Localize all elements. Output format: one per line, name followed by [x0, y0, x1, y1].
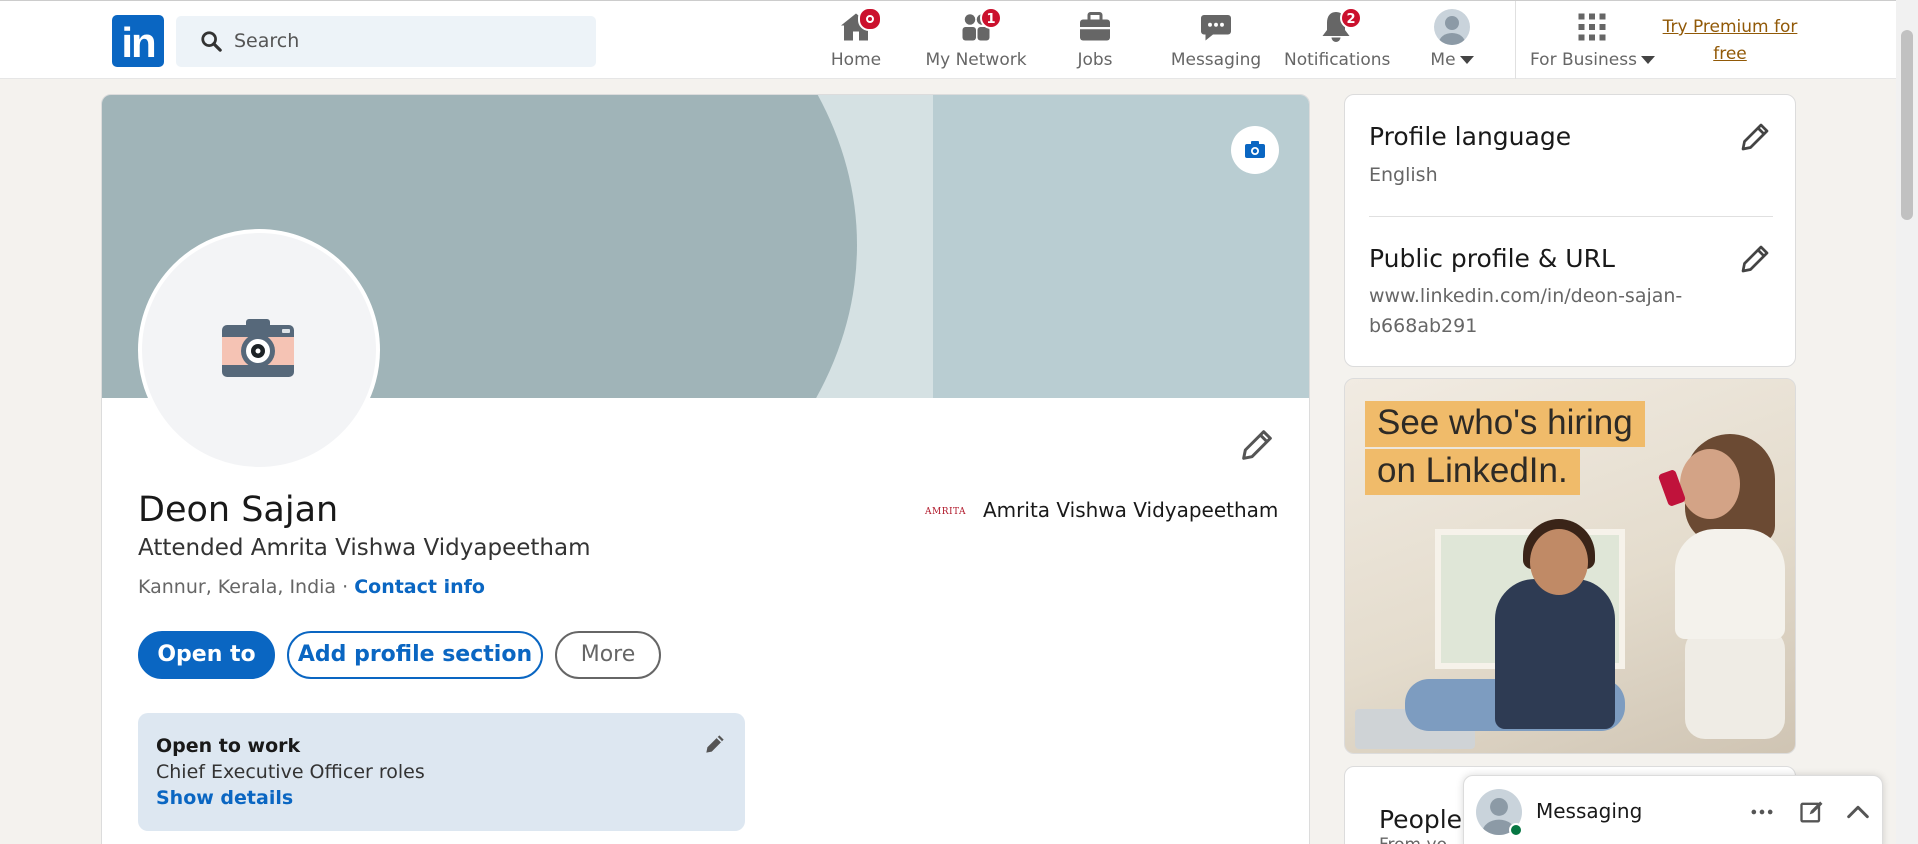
profile-headline: Attended Amrita Vishwa Vidyapeetham: [138, 535, 591, 561]
nav-notifications-label: Notifications: [1284, 50, 1391, 70]
contact-info-link[interactable]: Contact info: [354, 576, 485, 598]
home-notification-dot: [858, 7, 882, 31]
nav-messaging[interactable]: Messaging: [1170, 9, 1262, 73]
nav-for-business-label: For Business: [1530, 50, 1637, 70]
profile-photo-placeholder[interactable]: [138, 229, 380, 471]
divider: [1369, 216, 1773, 217]
more-options-icon[interactable]: [1748, 798, 1776, 826]
open-to-button[interactable]: Open to: [138, 631, 275, 679]
search-icon: [201, 31, 222, 52]
ad-person-graphic: [1685, 629, 1785, 739]
school-name: Amrita Vishwa Vidyapeetham: [983, 498, 1279, 522]
page-scrollbar[interactable]: [1896, 0, 1918, 844]
profile-card: Deon Sajan Attended Amrita Vishwa Vidyap…: [101, 94, 1310, 844]
pencil-icon[interactable]: [1737, 241, 1773, 277]
profile-language-title: Profile language: [1369, 122, 1572, 151]
online-status-dot: [1509, 823, 1523, 837]
ad-person-graphic: [1680, 449, 1740, 519]
profile-language-value: English: [1369, 164, 1438, 186]
premium-line-1: Try Premium for: [1662, 17, 1798, 37]
people-card-subtitle: From yo: [1379, 835, 1447, 844]
compose-icon[interactable]: [1798, 798, 1826, 826]
camera-icon: [1245, 141, 1265, 158]
ad-headline-1: See who's hiring: [1365, 401, 1645, 447]
nav-jobs-label: Jobs: [1077, 50, 1113, 70]
nav-me[interactable]: Me: [1420, 9, 1484, 73]
nav-jobs[interactable]: Jobs: [1065, 9, 1125, 73]
premium-line-2: free: [1713, 44, 1747, 64]
ad-person-graphic: [1495, 579, 1615, 729]
edit-intro-button[interactable]: [1237, 425, 1277, 465]
education-school[interactable]: AMRITA Amrita Vishwa Vidyapeetham: [925, 498, 1278, 528]
open-to-work-box: Open to work Chief Executive Officer rol…: [138, 713, 745, 831]
pencil-icon[interactable]: [1737, 119, 1773, 155]
nav-me-label: Me: [1430, 50, 1456, 70]
nav-home-label: Home: [830, 50, 882, 70]
chevron-down-icon: [1459, 56, 1474, 64]
linkedin-logo-icon[interactable]: in: [112, 15, 164, 67]
profile-name: Deon Sajan: [138, 490, 339, 530]
nav-my-network-label: My Network: [925, 50, 1027, 70]
network-badge: 1: [980, 7, 1002, 29]
top-nav: in Home 1 My Network Jobs Messaging 2: [0, 0, 1918, 79]
show-details-link[interactable]: Show details: [156, 787, 293, 809]
nav-my-network[interactable]: 1 My Network: [925, 7, 1027, 73]
nav-for-business[interactable]: For Business: [1530, 9, 1655, 73]
profile-location-line: Kannur, Kerala, India · Contact info: [138, 576, 485, 598]
briefcase-icon: [1077, 9, 1113, 45]
pencil-icon[interactable]: [702, 731, 728, 757]
profile-settings-card: Profile language English Public profile …: [1344, 94, 1796, 367]
chevron-down-icon: [1640, 56, 1655, 64]
ad-person-graphic: [1675, 529, 1785, 639]
messaging-label: Messaging: [1536, 799, 1643, 823]
ad-headline-2: on LinkedIn.: [1365, 449, 1580, 495]
messaging-overlay[interactable]: Messaging: [1463, 775, 1883, 844]
scrollbar-thumb[interactable]: [1901, 30, 1913, 220]
nav-home[interactable]: Home: [826, 7, 886, 73]
network-icon: 1: [958, 7, 1002, 45]
open-to-work-title: Open to work: [156, 735, 301, 757]
chevron-up-icon[interactable]: [1844, 798, 1872, 826]
home-icon: [838, 7, 882, 45]
open-to-work-roles: Chief Executive Officer roles: [156, 761, 425, 783]
notifications-badge: 2: [1340, 7, 1362, 29]
public-profile-title: Public profile & URL: [1369, 244, 1615, 273]
url-line-1: www.linkedin.com/in/deon-sajan-: [1369, 285, 1683, 307]
nav-divider: [1515, 1, 1516, 79]
grid-icon: [1574, 9, 1610, 45]
more-button[interactable]: More: [555, 631, 661, 679]
url-line-2: b668ab291: [1369, 315, 1478, 337]
search-input[interactable]: [234, 24, 574, 58]
search-box[interactable]: [176, 16, 596, 67]
location-separator: ·: [336, 576, 355, 598]
camera-illustration-icon: [222, 319, 294, 377]
me-avatar-icon: [1434, 9, 1470, 45]
public-profile-url[interactable]: www.linkedin.com/in/deon-sajan- b668ab29…: [1369, 281, 1682, 341]
add-profile-section-button[interactable]: Add profile section: [287, 631, 543, 679]
pencil-icon: [1242, 430, 1272, 460]
nav-notifications[interactable]: 2 Notifications: [1284, 7, 1391, 73]
school-logo-icon: AMRITA: [925, 506, 967, 517]
bell-icon: 2: [1318, 7, 1362, 45]
edit-background-button[interactable]: [1231, 126, 1279, 174]
messaging-icon: [1198, 9, 1234, 45]
hiring-ad-banner[interactable]: See who's hiring on LinkedIn.: [1344, 378, 1796, 754]
ad-person-graphic: [1530, 529, 1588, 595]
try-premium-link[interactable]: Try Premium for free: [1660, 14, 1800, 68]
nav-messaging-label: Messaging: [1170, 50, 1262, 70]
profile-location: Kannur, Kerala, India: [138, 576, 337, 598]
